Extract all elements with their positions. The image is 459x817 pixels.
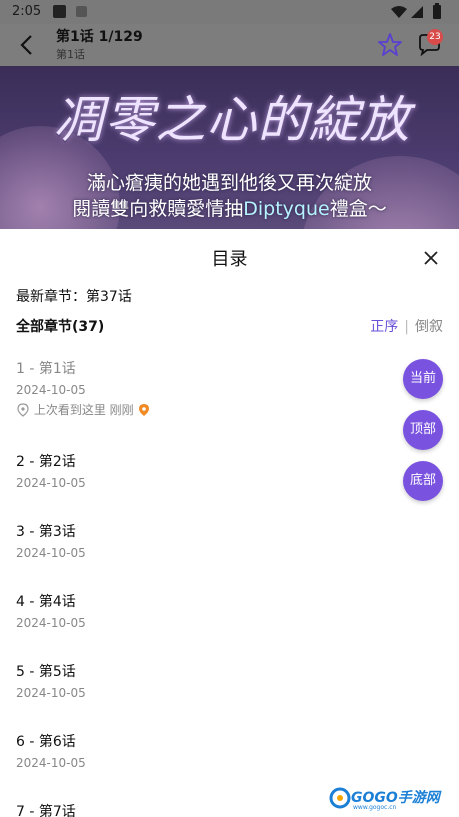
chapter-list-item[interactable]: 5 - 第5话 2024-10-05: [16, 662, 396, 701]
system-icons: [389, 3, 449, 25]
catalog-sheet: 目录 最新章节：第37话 全部章节(37) 正序 | 倒叙 1 - 第1话 2024…: [0, 229, 459, 817]
star-icon[interactable]: [377, 32, 403, 58]
back-arrow-icon[interactable]: [14, 32, 40, 58]
sort-desc-button[interactable]: 倒叙: [415, 319, 443, 335]
sort-asc-button[interactable]: 正序: [370, 319, 398, 335]
last-read-indicator: 上次看到这里 刚刚: [16, 402, 396, 418]
jump-current-button[interactable]: 当前: [403, 359, 443, 399]
latest-chapter-label: 最新章节：第37话: [16, 289, 132, 305]
chapter-name: 5 - 第5话: [16, 664, 76, 680]
banner-line-2: 閱讀雙向救贖愛情抽Diptyque禮盒～: [0, 194, 459, 221]
page-subtitle: 第1话: [56, 48, 85, 61]
chapter-date: 2024-10-05: [16, 383, 86, 397]
chapter-list-item[interactable]: 6 - 第6话 2024-10-05: [16, 732, 396, 771]
app-notification-icon: [76, 6, 87, 17]
catalog-title: 目录: [211, 249, 248, 270]
jump-top-button[interactable]: 顶部: [403, 410, 443, 450]
promo-banner[interactable]: 凋零之心的綻放 滿心瘡痍的她遇到他後又再次綻放 閱讀雙向救贖愛情抽Diptyqu…: [0, 66, 459, 229]
sort-separator: |: [404, 319, 409, 335]
banner-line-2-suffix: 禮盒～: [329, 198, 387, 220]
chapter-date: 2024-10-05: [16, 476, 86, 490]
battery-icon: [433, 3, 441, 19]
chapter-list-item[interactable]: 4 - 第4话 2024-10-05: [16, 592, 396, 631]
chapter-name: 4 - 第4话: [16, 594, 76, 610]
status-bar: 2:05: [0, 0, 459, 24]
location-marker-icon: [137, 403, 151, 417]
last-read-text: 上次看到这里 刚刚: [33, 403, 134, 417]
signal-icon: [411, 6, 423, 18]
chapter-name: 2 - 第2话: [16, 454, 76, 470]
comment-count-badge: 23: [427, 29, 443, 45]
banner-line-2-prefix: 閱讀雙向救贖愛情抽: [72, 198, 244, 220]
wifi-icon: [391, 6, 407, 18]
chapter-date: 2024-10-05: [16, 686, 86, 700]
chapter-name: 1 - 第1话: [16, 361, 76, 377]
sort-toggle: 正序 | 倒叙: [370, 316, 443, 336]
chapter-date: 2024-10-05: [16, 616, 86, 630]
site-watermark: GOGO手游网 www.gogoc.cn: [327, 785, 445, 813]
location-pin-icon: [16, 403, 30, 417]
banner-line-2-highlight: Diptyque: [243, 198, 330, 220]
watermark-url: www.gogoc.cn: [353, 804, 397, 811]
app-notification-icon: [53, 5, 66, 18]
chapter-date: 2024-10-05: [16, 756, 86, 770]
app-bar: 第1话 1/129 第1话 23: [0, 24, 459, 66]
watermark-logo-icon: [329, 787, 351, 813]
chapter-list-item[interactable]: 2 - 第2话 2024-10-05: [16, 452, 396, 491]
chapter-list-item[interactable]: 1 - 第1话 2024-10-05 上次看到这里 刚刚: [16, 359, 396, 418]
banner-line-1: 滿心瘡痍的她遇到他後又再次綻放: [86, 172, 372, 194]
jump-bottom-button[interactable]: 底部: [403, 461, 443, 501]
chapter-date: 2024-10-05: [16, 546, 86, 560]
chapter-name: 6 - 第6话: [16, 734, 76, 750]
all-chapters-label: 全部章节(37): [16, 319, 105, 335]
banner-headline: 凋零之心的綻放: [53, 91, 411, 149]
chapter-list-item[interactable]: 3 - 第3话 2024-10-05: [16, 522, 396, 561]
page-title: 第1话 1/129: [56, 29, 143, 45]
close-icon[interactable]: [420, 247, 442, 269]
chapter-name: 3 - 第3话: [16, 524, 76, 540]
status-time: 2:05: [12, 4, 42, 19]
